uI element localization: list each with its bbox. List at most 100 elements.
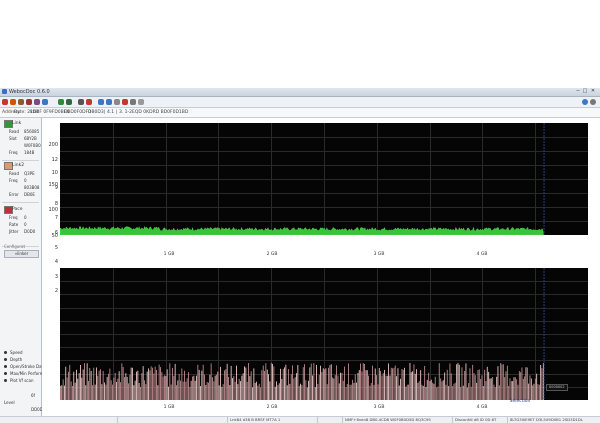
latency-bar	[438, 363, 440, 400]
latency-bar	[356, 382, 357, 400]
latency-bar	[484, 369, 486, 400]
radio-button[interactable]	[4, 351, 7, 354]
green-marker-icon[interactable]	[58, 99, 64, 105]
latency-bar	[240, 381, 241, 400]
latency-bar	[274, 386, 276, 400]
latency-bar	[278, 383, 280, 400]
latency-bar	[257, 385, 259, 400]
target-icon[interactable]	[86, 99, 92, 105]
maximize-button[interactable]: □	[582, 89, 588, 94]
section-label: Link2	[12, 163, 25, 168]
latency-bar	[68, 371, 69, 400]
radio-button[interactable]	[4, 372, 7, 375]
latency-bar	[464, 371, 466, 400]
status-field: 8LTG3I0E9ET D3L5X9D0B1 2SD3D1DL	[510, 417, 583, 422]
latency-bar	[245, 367, 247, 400]
latency-bar	[300, 383, 301, 400]
save-icon[interactable]	[34, 99, 40, 105]
radio-label: Plot Vf scan	[10, 378, 34, 383]
latency-bar	[177, 380, 179, 400]
latency-bar	[168, 386, 169, 400]
minimize-button[interactable]: −	[575, 89, 581, 94]
stop-icon[interactable]	[2, 99, 8, 105]
latency-bar	[448, 386, 450, 400]
field-value: W0F0B0	[24, 143, 41, 148]
latency-bar	[262, 365, 264, 400]
alert-icon[interactable]	[122, 99, 128, 105]
latency-bar	[89, 368, 91, 400]
latency-bar	[137, 370, 139, 400]
latency-bar	[150, 366, 152, 400]
latency-bar	[270, 362, 272, 400]
doc-icon[interactable]	[114, 99, 120, 105]
latency-bar	[185, 381, 187, 400]
latency-bar	[348, 363, 349, 400]
latency-bar	[386, 375, 388, 400]
latency-bar	[336, 365, 337, 400]
y-tick-label: 4	[54, 259, 58, 265]
latency-bar	[73, 371, 75, 400]
address-part: D0D0F0DF0	[64, 110, 92, 115]
latency-bar	[521, 367, 523, 400]
play-icon[interactable]	[66, 99, 72, 105]
latency-bar	[493, 384, 495, 400]
globe-icon[interactable]	[106, 99, 112, 105]
latency-bar	[396, 376, 397, 400]
bottom-chart[interactable]: 0000002	[60, 268, 588, 400]
latency-bar	[122, 367, 124, 400]
latency-bar	[537, 384, 539, 400]
top-chart[interactable]	[59, 123, 588, 236]
zoom-icon[interactable]	[130, 99, 136, 105]
latency-bar	[478, 369, 480, 400]
latency-bar	[414, 373, 416, 400]
open-icon[interactable]	[18, 99, 24, 105]
settings-icon[interactable]	[78, 99, 84, 105]
export-icon[interactable]	[42, 99, 48, 105]
field-label: Slot	[9, 136, 17, 141]
latency-bar	[304, 364, 305, 400]
radio-button[interactable]	[4, 365, 7, 368]
latency-bar	[325, 368, 327, 400]
refresh-icon[interactable]	[10, 99, 16, 105]
latency-bar	[214, 375, 216, 400]
latency-bar	[197, 364, 199, 400]
latency-bar	[393, 367, 395, 400]
radio-button[interactable]	[4, 379, 7, 382]
radio-label: Open/Stroke Data	[10, 364, 46, 369]
latency-bar	[261, 370, 263, 400]
section-label: Link	[12, 121, 22, 126]
latency-bar	[101, 384, 103, 400]
latency-bar	[64, 385, 65, 400]
latency-bar	[154, 366, 156, 400]
record-icon[interactable]	[26, 99, 32, 105]
throughput-area	[59, 225, 544, 236]
latency-bar	[349, 384, 351, 400]
linker-button[interactable]: »linker	[4, 250, 39, 258]
latency-bar	[80, 365, 81, 400]
close-button[interactable]: ✕	[590, 89, 596, 94]
info-icon[interactable]	[98, 99, 104, 105]
latency-bar	[88, 381, 89, 400]
about-icon[interactable]	[590, 99, 596, 105]
latency-bar	[161, 372, 163, 400]
address-part: DB0D3	[88, 110, 104, 115]
latency-bar	[426, 379, 428, 400]
latency-bar	[378, 368, 380, 400]
latency-bar	[500, 363, 502, 400]
latency-bar	[474, 375, 476, 400]
latency-bar	[462, 385, 464, 400]
radio-button[interactable]	[4, 358, 7, 361]
latency-bar	[232, 378, 233, 400]
marker-label: Selection	[509, 399, 531, 404]
latency-bar	[205, 385, 207, 400]
grid-icon[interactable]	[138, 99, 144, 105]
latency-bar	[124, 377, 125, 400]
latency-bar	[148, 368, 149, 400]
help-icon[interactable]	[582, 99, 588, 105]
latency-bar	[128, 383, 129, 400]
latency-bar	[437, 386, 439, 400]
latency-bar	[362, 363, 364, 400]
latency-bar	[258, 383, 260, 400]
x-tick-label: 3 GB	[373, 405, 385, 410]
latency-bar	[273, 366, 275, 400]
